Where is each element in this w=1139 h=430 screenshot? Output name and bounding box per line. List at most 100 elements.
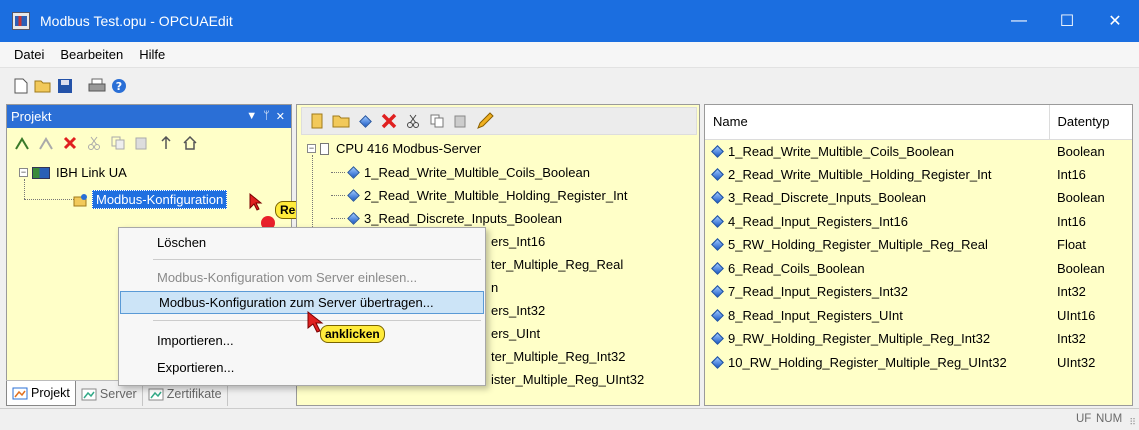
main-toolbar: ?: [0, 69, 1139, 102]
tree-item[interactable]: ter_Multiple_Reg_Int32: [491, 349, 625, 364]
row-type: UInt16: [1057, 307, 1096, 323]
row-type: Boolean: [1057, 190, 1105, 206]
table-row[interactable]: 6_Read_Coils_Boolean Boolean: [705, 257, 1132, 281]
tree-connector: [24, 199, 74, 200]
cut-icon[interactable]: [404, 112, 422, 130]
column-header-name[interactable]: Name: [705, 105, 1049, 140]
tab-projekt[interactable]: Projekt: [6, 381, 76, 406]
menu-item-import[interactable]: Importieren...: [119, 329, 485, 352]
menu-datei[interactable]: Datei: [6, 47, 52, 62]
tree-item[interactable]: ter_Multiple_Reg_Real: [491, 257, 623, 272]
variable-icon: [711, 144, 724, 158]
right-click-pointer-icon: [249, 192, 263, 211]
certificate-tab-icon: [148, 388, 164, 400]
row-type: UInt32: [1057, 354, 1096, 370]
tree-item[interactable]: 1_Read_Write_Multible_Coils_Boolean: [331, 165, 590, 180]
table-row[interactable]: 2_Read_Write_Multible_Holding_Register_I…: [705, 163, 1132, 187]
paste-icon[interactable]: [452, 112, 470, 130]
delete-icon[interactable]: [61, 134, 79, 152]
column-header-datatype[interactable]: Datentyp: [1048, 105, 1132, 140]
folder-icon[interactable]: [332, 112, 350, 130]
variable-icon: [711, 261, 724, 275]
menu-bearbeiten[interactable]: Bearbeiten: [52, 47, 131, 62]
row-type: Int16: [1057, 166, 1086, 182]
pane-dropdown-icon[interactable]: ▼: [246, 110, 257, 123]
row-type: Int16: [1057, 213, 1086, 229]
table-row[interactable]: 3_Read_Discrete_Inputs_Boolean Boolean: [705, 186, 1132, 210]
tree-item[interactable]: 3_Read_Discrete_Inputs_Boolean: [331, 211, 562, 226]
row-name: 10_RW_Holding_Register_Multiple_Reg_UInt…: [728, 354, 1007, 370]
row-type: Int32: [1057, 331, 1086, 347]
table-row[interactable]: 1_Read_Write_Multible_Coils_Boolean Boole…: [705, 139, 1132, 163]
tab-label: Zertifikate: [166, 386, 222, 401]
tree-node-ibh-link[interactable]: − IBH Link UA: [19, 165, 127, 180]
menu-item-delete[interactable]: Löschen: [119, 231, 485, 254]
help-icon[interactable]: ?: [110, 77, 128, 95]
delete-icon[interactable]: [380, 112, 398, 130]
table-row[interactable]: 7_Read_Input_Registers_Int32 Int32: [705, 280, 1132, 304]
tree-connector: [331, 195, 345, 196]
server-icon: [320, 142, 329, 155]
up-arrow-icon[interactable]: [157, 134, 175, 152]
variable-icon[interactable]: [356, 112, 374, 130]
tree-item[interactable]: ers_Int16: [491, 234, 545, 249]
new-file-icon[interactable]: [12, 77, 30, 95]
project-pane-title: Projekt: [11, 109, 52, 124]
resize-grip-icon[interactable]: ⠿: [1129, 417, 1136, 428]
tree-node-modbus-config[interactable]: Modbus-Konfiguration: [73, 190, 228, 209]
row-name: 4_Read_Input_Registers_Int16: [728, 213, 908, 229]
tree-item-label: ers_Int32: [491, 303, 546, 318]
tree-item[interactable]: n: [491, 280, 498, 295]
tree-item[interactable]: ers_UInt: [491, 326, 540, 341]
tree-item[interactable]: ers_Int32: [491, 303, 545, 318]
pane-close-icon[interactable]: ✕: [276, 110, 285, 123]
tree-item-label: 1_Read_Write_Multible_Coils_Boolean: [364, 165, 590, 180]
variable-icon: [711, 191, 724, 205]
open-folder-icon[interactable]: [34, 77, 52, 95]
variable-icon: [711, 238, 724, 252]
tree-item-label: ter_Multiple_Reg_Real: [491, 257, 624, 272]
row-type: Int32: [1057, 284, 1086, 300]
project-toolbar: [7, 128, 291, 158]
window-title: Modbus Test.opu - OPCUAEdit: [40, 13, 233, 29]
menu-item-read-from-server: Modbus-Konfiguration vom Server einlesen…: [157, 270, 418, 285]
row-type: Boolean: [1057, 143, 1105, 159]
copy-icon: [109, 134, 127, 152]
pencil-icon[interactable]: [476, 112, 494, 130]
add-icon[interactable]: [13, 134, 31, 152]
variable-icon: [347, 212, 360, 225]
table-row[interactable]: 5_RW_Holding_Register_Multiple_Reg_Real F…: [705, 233, 1132, 257]
tab-label: Server: [99, 386, 137, 401]
row-name: 5_RW_Holding_Register_Multiple_Reg_Real: [728, 237, 988, 253]
status-bar: UF NUM ⠿: [0, 408, 1139, 430]
table-row[interactable]: 10_RW_Holding_Register_Multiple_Reg_UInt…: [705, 351, 1132, 375]
tree-item-label: 3_Read_Discrete_Inputs_Boolean: [364, 211, 563, 226]
row-type: Float: [1057, 237, 1086, 253]
project-tab-icon: [12, 387, 28, 400]
copy-icon[interactable]: [428, 112, 446, 130]
variables-table: Name Datentyp 1_Read_Write_Multible_Coil…: [705, 105, 1132, 374]
menu-hilfe[interactable]: Hilfe: [131, 47, 173, 62]
server-icon[interactable]: [308, 112, 326, 130]
server-toolbar: [301, 107, 697, 135]
pin-icon[interactable]: ᛘ: [263, 110, 270, 123]
table-row[interactable]: 8_Read_Input_Registers_UInt UInt16: [705, 304, 1132, 328]
home-icon[interactable]: [181, 134, 199, 152]
tree-item[interactable]: 2_Read_Write_Multible_Holding_Register_I…: [331, 188, 628, 203]
menu-item-transfer-to-server[interactable]: Modbus-Konfiguration zum Server übertrag…: [120, 291, 484, 314]
tree-item-label: n: [491, 280, 499, 295]
maximize-button[interactable]: ☐: [1043, 0, 1091, 42]
close-button[interactable]: ✕: [1091, 0, 1139, 42]
tree-node-cpu-server[interactable]: − CPU 416 Modbus-Server: [307, 141, 481, 156]
save-icon[interactable]: [56, 77, 74, 95]
collapse-icon[interactable]: −: [19, 168, 28, 177]
tree-item[interactable]: ister_Multiple_Reg_UInt32: [491, 372, 644, 387]
collapse-icon[interactable]: −: [307, 144, 316, 153]
server-tab-icon: [81, 388, 97, 400]
minimize-button[interactable]: —: [995, 0, 1043, 42]
row-name: 1_Read_Write_Multible_Coils_Boolean: [728, 143, 954, 159]
print-icon[interactable]: [88, 77, 106, 95]
table-row[interactable]: 9_RW_Holding_Register_Multiple_Reg_Int32…: [705, 327, 1132, 351]
menu-item-export[interactable]: Exportieren...: [119, 356, 485, 379]
table-row[interactable]: 4_Read_Input_Registers_Int16 Int16: [705, 210, 1132, 234]
